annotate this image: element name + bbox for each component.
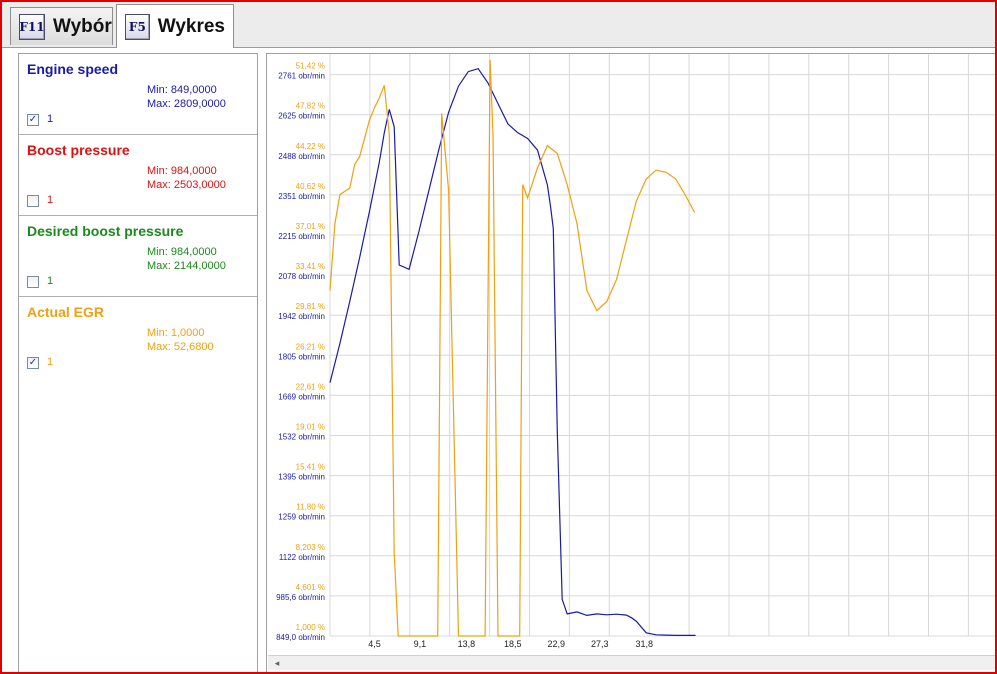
y-tick-label-pct: 37,01 % (296, 222, 325, 231)
series-boost-pressure: Boost pressure Min: 984,0000 Max: 2503,0… (19, 135, 257, 216)
series-line-engine-speed (329, 68, 696, 637)
series-visible-checkbox[interactable]: ✓ (27, 357, 39, 369)
y-tick-label-rpm: 2078 obr/min (278, 272, 325, 281)
f5-key-icon: F5 (125, 13, 150, 40)
scroll-left-arrow-icon[interactable]: ◂ (270, 656, 284, 670)
series-min: Min: 984,0000 (147, 165, 217, 177)
y-tick-label-rpm: 1122 obr/min (279, 553, 325, 562)
x-tick-label: 18,5 (504, 639, 522, 649)
x-tick-label: 27,3 (591, 639, 609, 649)
y-tick-label-rpm: 1942 obr/min (278, 312, 325, 321)
x-tick-label: 4,5 (368, 639, 381, 649)
y-tick-label-rpm: 1395 obr/min (278, 473, 325, 482)
series-min: Min: 984,0000 (147, 246, 217, 258)
y-tick-label-rpm: 985,6 obr/min (276, 593, 325, 602)
series-index: 1 (47, 194, 54, 206)
y-tick-label-pct: 29,81 % (296, 302, 325, 311)
y-tick-label-pct: 51,42 % (296, 62, 325, 71)
x-tick-label: 13,8 (458, 639, 476, 649)
tab-wybor-label: Wybór (53, 15, 112, 37)
chart-panel: 1,000 % 849,0 obr/min 4,601 % 985,6 obr/min… (266, 53, 997, 674)
x-tick-label: 22,9 (548, 639, 566, 649)
y-tick-label-rpm: 2625 obr/min (278, 112, 325, 121)
tab-wybor[interactable]: F11 Wybór (10, 7, 113, 45)
y-tick-label-pct: 11,80 % (296, 503, 325, 512)
y-tick-label-pct: 44,22 % (296, 142, 325, 151)
y-tick-label-rpm: 2215 obr/min (278, 232, 325, 241)
series-name: Desired boost pressure (27, 223, 184, 239)
y-tick-label-rpm: 1805 obr/min (278, 352, 325, 361)
series-desired-boost-pressure: Desired boost pressure Min: 984,0000 Max… (19, 216, 257, 297)
y-tick-label-pct: 15,41 % (296, 463, 325, 472)
series-actual-egr: Actual EGR Min: 1,0000 Max: 52,6800 ✓ 1 (19, 297, 257, 378)
y-tick-label-rpm: 2488 obr/min (278, 152, 325, 161)
series-max: Max: 52,6800 (147, 341, 214, 353)
horizontal-scrollbar[interactable]: ◂ (268, 655, 997, 670)
y-tick-label-rpm: 1259 obr/min (278, 513, 325, 522)
x-tick-label: 31,8 (635, 639, 653, 649)
tab-wykres[interactable]: F5 Wykres (116, 4, 234, 48)
y-tick-label-pct: 1,000 % (296, 623, 325, 632)
series-engine-speed: Engine speed Min: 849,0000 Max: 2809,000… (19, 54, 257, 135)
y-tick-label-pct: 19,01 % (296, 423, 325, 432)
y-tick-label-pct: 47,82 % (296, 102, 325, 111)
y-tick-label-rpm: 1532 obr/min (278, 433, 325, 442)
series-visible-checkbox[interactable]: ✓ (27, 114, 39, 126)
series-visible-checkbox[interactable] (27, 195, 39, 207)
y-tick-label-pct: 33,41 % (296, 262, 325, 271)
series-index: 1 (47, 356, 54, 368)
series-max: Max: 2809,0000 (147, 98, 226, 110)
y-tick-label-pct: 22,61 % (296, 382, 325, 391)
series-name: Engine speed (27, 61, 119, 77)
y-tick-label-pct: 4,601 % (296, 583, 325, 592)
series-name: Actual EGR (27, 304, 105, 320)
series-max: Max: 2144,0000 (147, 260, 226, 272)
x-tick-label: 9,1 (414, 639, 427, 649)
series-line-actual-egr (329, 59, 696, 637)
series-name: Boost pressure (27, 142, 130, 158)
f11-key-icon: F11 (19, 13, 45, 40)
series-list-panel: Engine speed Min: 849,0000 Max: 2809,000… (18, 53, 258, 674)
y-tick-label-rpm: 2351 obr/min (278, 192, 325, 201)
line-chart: 1,000 %849,0 obr/min 4,601 %985,6 obr/min… (276, 54, 996, 649)
tab-wykres-label: Wykres (157, 15, 225, 37)
series-visible-checkbox[interactable] (27, 276, 39, 288)
y-tick-label-pct: 26,21 % (296, 342, 325, 351)
series-min: Min: 849,0000 (147, 84, 217, 96)
y-tick-label-rpm: 2761 obr/min (278, 72, 325, 81)
series-max: Max: 2503,0000 (147, 179, 226, 191)
series-index: 1 (47, 113, 54, 125)
y-tick-label-rpm: 1669 obr/min (278, 392, 325, 401)
series-index: 1 (47, 275, 54, 287)
series-min: Min: 1,0000 (147, 327, 205, 339)
y-tick-label-rpm: 849,0 obr/min (276, 633, 325, 642)
y-tick-label-pct: 40,62 % (296, 182, 325, 191)
tab-bar: F11 Wybór F5 Wykres (0, 0, 997, 48)
y-tick-label-pct: 8,203 % (296, 543, 325, 552)
